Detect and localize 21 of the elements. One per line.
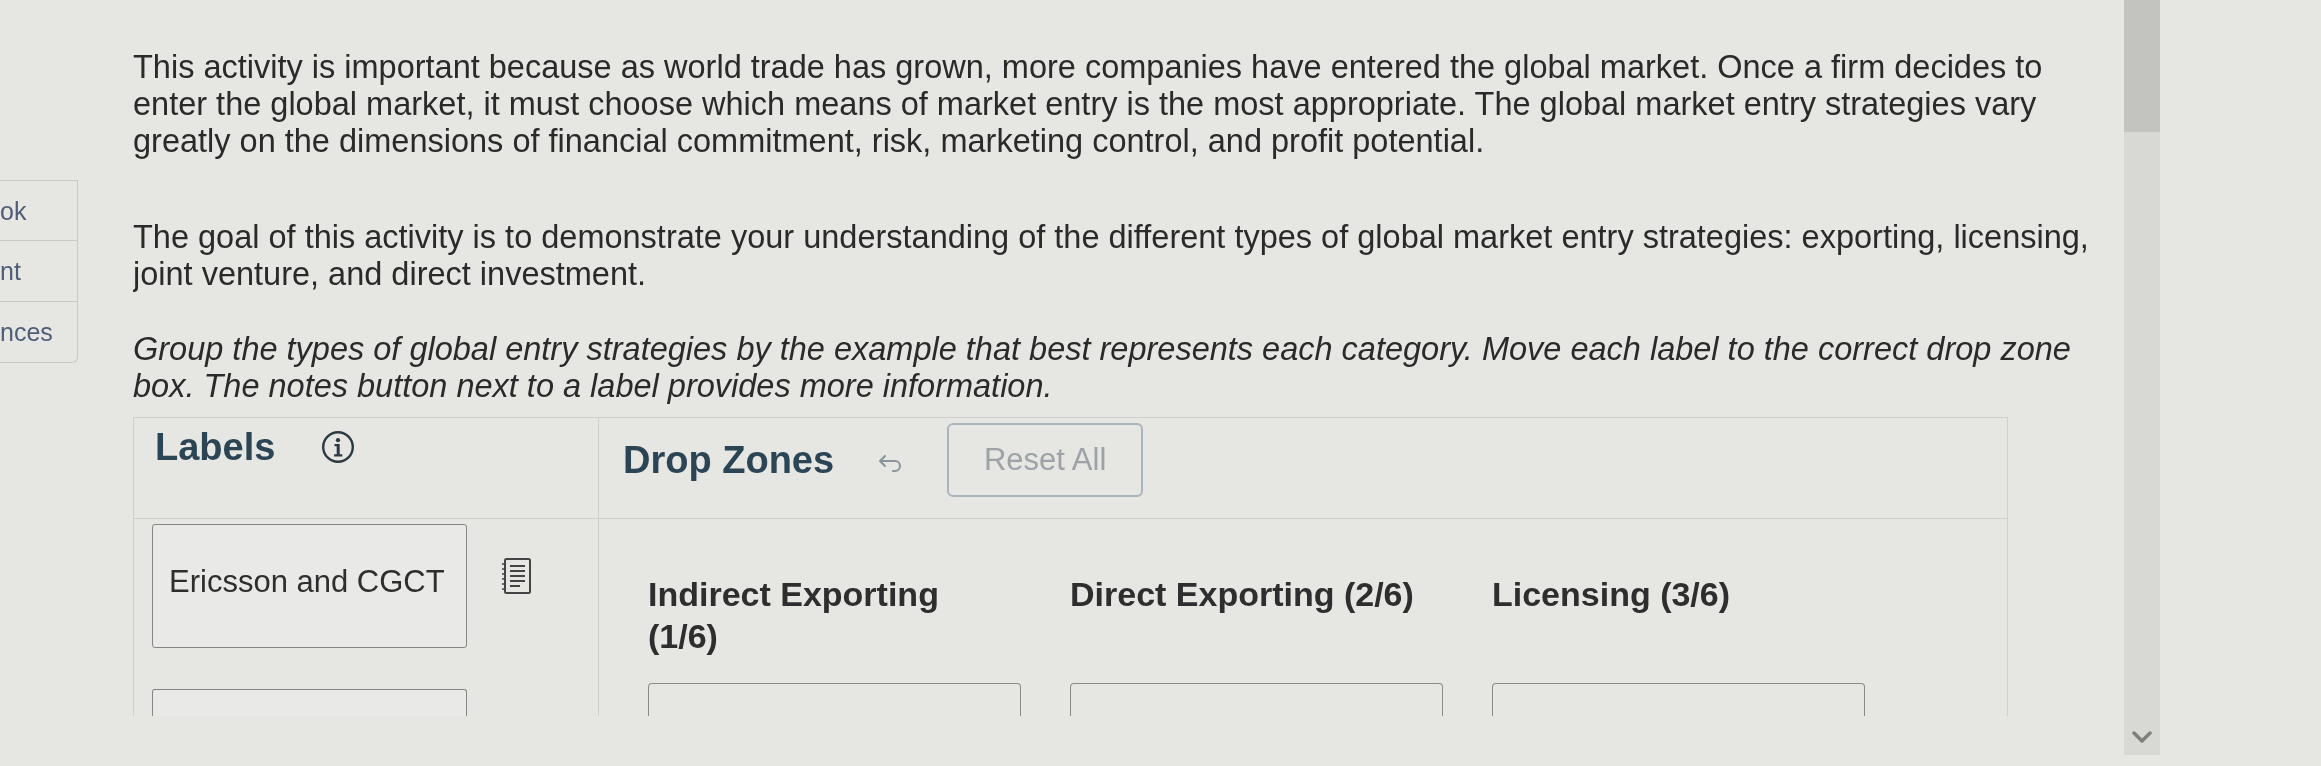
labels-heading: Labels [155, 425, 276, 469]
side-tab[interactable]: nces [0, 302, 78, 363]
drop-zone-box[interactable] [648, 683, 1021, 716]
drop-zone-title: Direct Exporting (2/6) [1070, 574, 1415, 615]
scrollbar-track[interactable] [2124, 0, 2160, 755]
chevron-down-icon[interactable] [2132, 731, 2152, 743]
instruction-paragraph: This activity is important because as world trade has grown, more companies have entered the global market. Once a firm decides to enter the global market, it must choose which means of market entry is the most appropriate. The global market entry strategies vary greatly on the dimensions of financial commitment, risk, marketing control, and profit potential. [133, 49, 2044, 160]
label-card[interactable] [152, 689, 467, 716]
drop-zone-box[interactable] [1492, 683, 1865, 716]
drop-zone-title: Indirect Exporting (1/6) [648, 574, 940, 657]
side-tab[interactable]: nt [0, 241, 78, 302]
label-text: Ericsson and CGCT [169, 564, 445, 600]
label-card[interactable]: Ericsson and CGCT [152, 524, 467, 648]
info-icon[interactable] [322, 431, 355, 463]
drop-zones-heading: Drop Zones [623, 438, 835, 482]
drop-zone-box[interactable] [1070, 683, 1443, 716]
notes-icon[interactable] [501, 558, 531, 594]
side-tab[interactable]: ok [0, 180, 78, 241]
drop-zone-title: Licensing (3/6) [1492, 574, 1732, 615]
scrollbar-thumb[interactable] [2124, 0, 2160, 132]
instruction-paragraph: Group the types of global entry strategies by the example that best represents each category. Move each label to the correct drop zone box. The notes button next to a label provides more information. [133, 331, 2072, 405]
